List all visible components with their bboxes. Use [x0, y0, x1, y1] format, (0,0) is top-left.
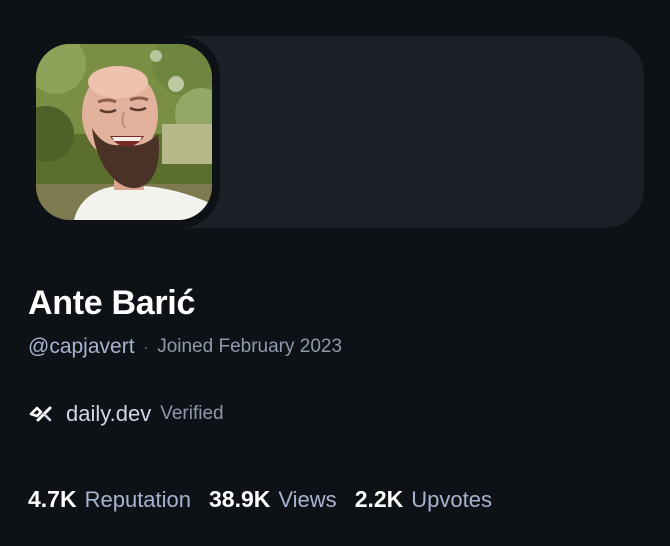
stat-reputation[interactable]: 4.7K Reputation — [28, 486, 191, 513]
stat-views: 38.9K Views — [209, 486, 337, 513]
company-name: daily.dev — [66, 401, 152, 426]
profile-stats: 4.7K Reputation 38.9K Views 2.2K Upvotes — [28, 484, 510, 514]
joined-date: Joined February 2023 — [157, 336, 343, 357]
daily-dev-logo-icon — [28, 400, 58, 428]
stat-label: Views — [278, 486, 337, 512]
avatar-photo — [36, 44, 212, 220]
avatar[interactable] — [36, 44, 212, 220]
stat-value: 38.9K — [209, 485, 271, 512]
company-badge[interactable]: daily.dev Verified — [28, 400, 224, 428]
stat-label: Reputation — [84, 486, 192, 512]
stat-value: 2.2K — [354, 485, 404, 512]
stat-value: 4.7K — [28, 485, 77, 512]
stat-upvotes: 2.2K Upvotes — [355, 486, 492, 513]
profile-name: Ante Barić — [28, 284, 196, 322]
meta-separator: · — [143, 339, 149, 355]
profile-page: Ante Barić @capjavert · Joined February … — [0, 0, 670, 546]
stat-label: Upvotes — [411, 486, 492, 512]
verified-label: Verified — [160, 403, 224, 424]
profile-handle: @capjavert — [28, 335, 135, 358]
profile-meta: @capjavert · Joined February 2023 — [28, 334, 342, 360]
